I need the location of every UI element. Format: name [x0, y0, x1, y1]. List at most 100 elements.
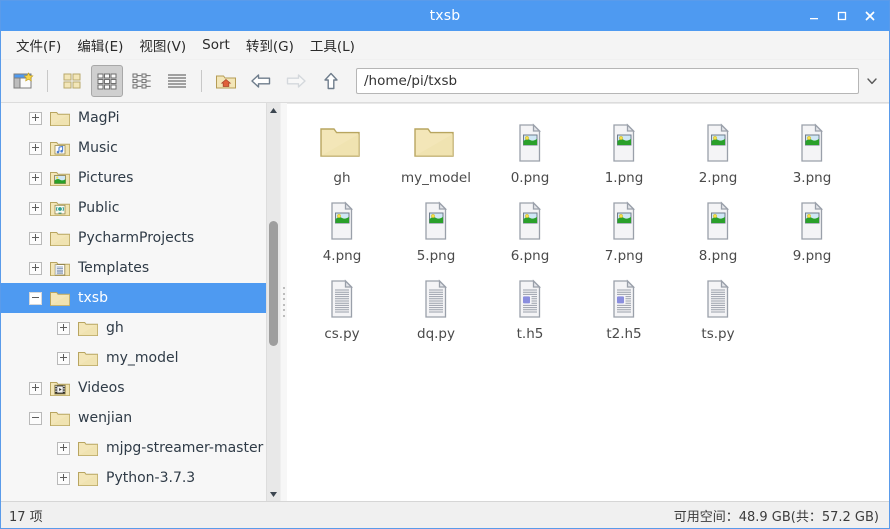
toolbar — [1, 60, 889, 103]
tree-item-label: txsb — [78, 290, 108, 306]
tree-item-music[interactable]: Music — [1, 133, 266, 163]
tree-item-templates[interactable]: Templates — [1, 253, 266, 283]
file-item[interactable]: gh — [295, 118, 389, 196]
tree-item-label: MagPi — [78, 110, 120, 126]
file-item-label: dq.py — [417, 326, 455, 342]
menu-sort[interactable]: Sort — [195, 34, 237, 56]
file-item[interactable]: 9.png — [765, 196, 859, 274]
home-folder-icon[interactable] — [210, 65, 242, 97]
item-count-label: 17 项 — [9, 509, 43, 525]
file-item[interactable]: 0.png — [483, 118, 577, 196]
maximize-icon[interactable] — [829, 3, 855, 29]
file-list-panel[interactable]: gh my_model 0.png 1.png 2.png 3.png 4.png 5.png… — [287, 103, 889, 501]
view-icons-grid-icon[interactable] — [91, 65, 123, 97]
expand-icon[interactable] — [29, 111, 42, 125]
folder-icon — [49, 409, 71, 427]
tree-item-magpi[interactable]: MagPi — [1, 103, 266, 133]
expand-icon[interactable] — [57, 351, 70, 365]
tree-item-wenjian[interactable]: wenjian — [1, 403, 266, 433]
tree-scrollbar[interactable] — [266, 103, 280, 501]
menu-bar: 文件(F) 编辑(E) 视图(V) Sort 转到(G) 工具(L) — [1, 31, 889, 60]
file-item-label: 2.png — [698, 170, 738, 186]
file-item[interactable]: t2.h5 — [577, 274, 671, 352]
text-file-icon — [327, 274, 357, 324]
image-file-icon — [797, 118, 827, 168]
data-file-icon — [515, 274, 545, 324]
image-file-icon — [421, 196, 451, 246]
expand-icon[interactable] — [57, 321, 70, 335]
expand-icon[interactable] — [29, 261, 42, 275]
file-item[interactable]: 5.png — [389, 196, 483, 274]
file-grid: gh my_model 0.png 1.png 2.png 3.png 4.png 5.png… — [287, 104, 889, 352]
toolbar-separator-1 — [47, 70, 48, 92]
view-icons-large-icon[interactable] — [56, 65, 88, 97]
file-item-label: 8.png — [698, 248, 738, 264]
back-arrow-icon[interactable] — [245, 65, 277, 97]
folder-icon — [49, 229, 71, 247]
expand-icon[interactable] — [57, 471, 70, 485]
tree-item-python-3-7-3[interactable]: Python-3.7.3 — [1, 463, 266, 493]
file-item-label: 1.png — [604, 170, 644, 186]
scroll-down-icon[interactable] — [267, 487, 280, 501]
directory-tree-panel: MagPi Music Pictures Public PycharmProjects T… — [1, 103, 281, 501]
collapse-icon[interactable] — [29, 411, 42, 425]
title-bar: txsb — [1, 1, 889, 31]
file-item[interactable]: t.h5 — [483, 274, 577, 352]
expand-icon[interactable] — [29, 231, 42, 245]
folder-icon — [77, 439, 99, 457]
menu-edit[interactable]: 编辑(E) — [70, 32, 130, 58]
main-body: MagPi Music Pictures Public PycharmProjects T… — [1, 103, 889, 501]
tree-item-txsb[interactable]: txsb — [1, 283, 266, 313]
expand-icon[interactable] — [29, 171, 42, 185]
file-item[interactable]: dq.py — [389, 274, 483, 352]
menu-go[interactable]: 转到(G) — [239, 32, 301, 58]
file-item[interactable]: 4.png — [295, 196, 389, 274]
tree-item-label: PycharmProjects — [78, 230, 195, 246]
menu-file[interactable]: 文件(F) — [9, 32, 68, 58]
up-arrow-icon[interactable] — [315, 65, 347, 97]
chevron-down-icon[interactable] — [863, 68, 881, 94]
file-item[interactable]: 2.png — [671, 118, 765, 196]
tree-item-public[interactable]: Public — [1, 193, 266, 223]
templates-icon — [49, 259, 71, 277]
menu-view[interactable]: 视图(V) — [132, 32, 193, 58]
tree-item-gh[interactable]: gh — [1, 313, 266, 343]
view-compact-icon[interactable] — [161, 65, 193, 97]
tree-item-my-model[interactable]: my_model — [1, 343, 266, 373]
toolbar-separator-2 — [201, 70, 202, 92]
minimize-icon[interactable] — [801, 3, 827, 29]
tree-item-videos[interactable]: Videos — [1, 373, 266, 403]
expand-icon[interactable] — [29, 141, 42, 155]
expand-icon[interactable] — [29, 381, 42, 395]
menu-tools[interactable]: 工具(L) — [303, 32, 362, 58]
folder-icon — [77, 319, 99, 337]
tree-item-pictures[interactable]: Pictures — [1, 163, 266, 193]
close-icon[interactable] — [857, 3, 883, 29]
image-file-icon — [515, 118, 545, 168]
expand-icon[interactable] — [29, 201, 42, 215]
tree-item-mjpg-streamer-master[interactable]: mjpg-streamer-master — [1, 433, 266, 463]
file-item[interactable]: 7.png — [577, 196, 671, 274]
path-input[interactable] — [356, 68, 859, 94]
folder-icon — [77, 349, 99, 367]
splitter-grip-icon — [282, 287, 286, 317]
file-item-label: 4.png — [322, 248, 362, 264]
file-manager-window: txsb 文件(F) 编辑(E) 视图(V) Sort 转到(G) 工具(L) — [0, 0, 890, 529]
collapse-icon[interactable] — [29, 291, 42, 305]
file-item[interactable]: 8.png — [671, 196, 765, 274]
forward-arrow-icon[interactable] — [280, 65, 312, 97]
new-tab-icon[interactable] — [7, 65, 39, 97]
image-file-icon — [703, 196, 733, 246]
file-item[interactable]: 1.png — [577, 118, 671, 196]
view-details-icon[interactable] — [126, 65, 158, 97]
file-item[interactable]: cs.py — [295, 274, 389, 352]
scroll-up-icon[interactable] — [267, 103, 280, 117]
scrollbar-thumb[interactable] — [269, 221, 278, 346]
folder-icon — [77, 469, 99, 487]
expand-icon[interactable] — [57, 441, 70, 455]
file-item[interactable]: my_model — [389, 118, 483, 196]
file-item[interactable]: 3.png — [765, 118, 859, 196]
file-item[interactable]: 6.png — [483, 196, 577, 274]
tree-item-pycharmprojects[interactable]: PycharmProjects — [1, 223, 266, 253]
file-item[interactable]: ts.py — [671, 274, 765, 352]
